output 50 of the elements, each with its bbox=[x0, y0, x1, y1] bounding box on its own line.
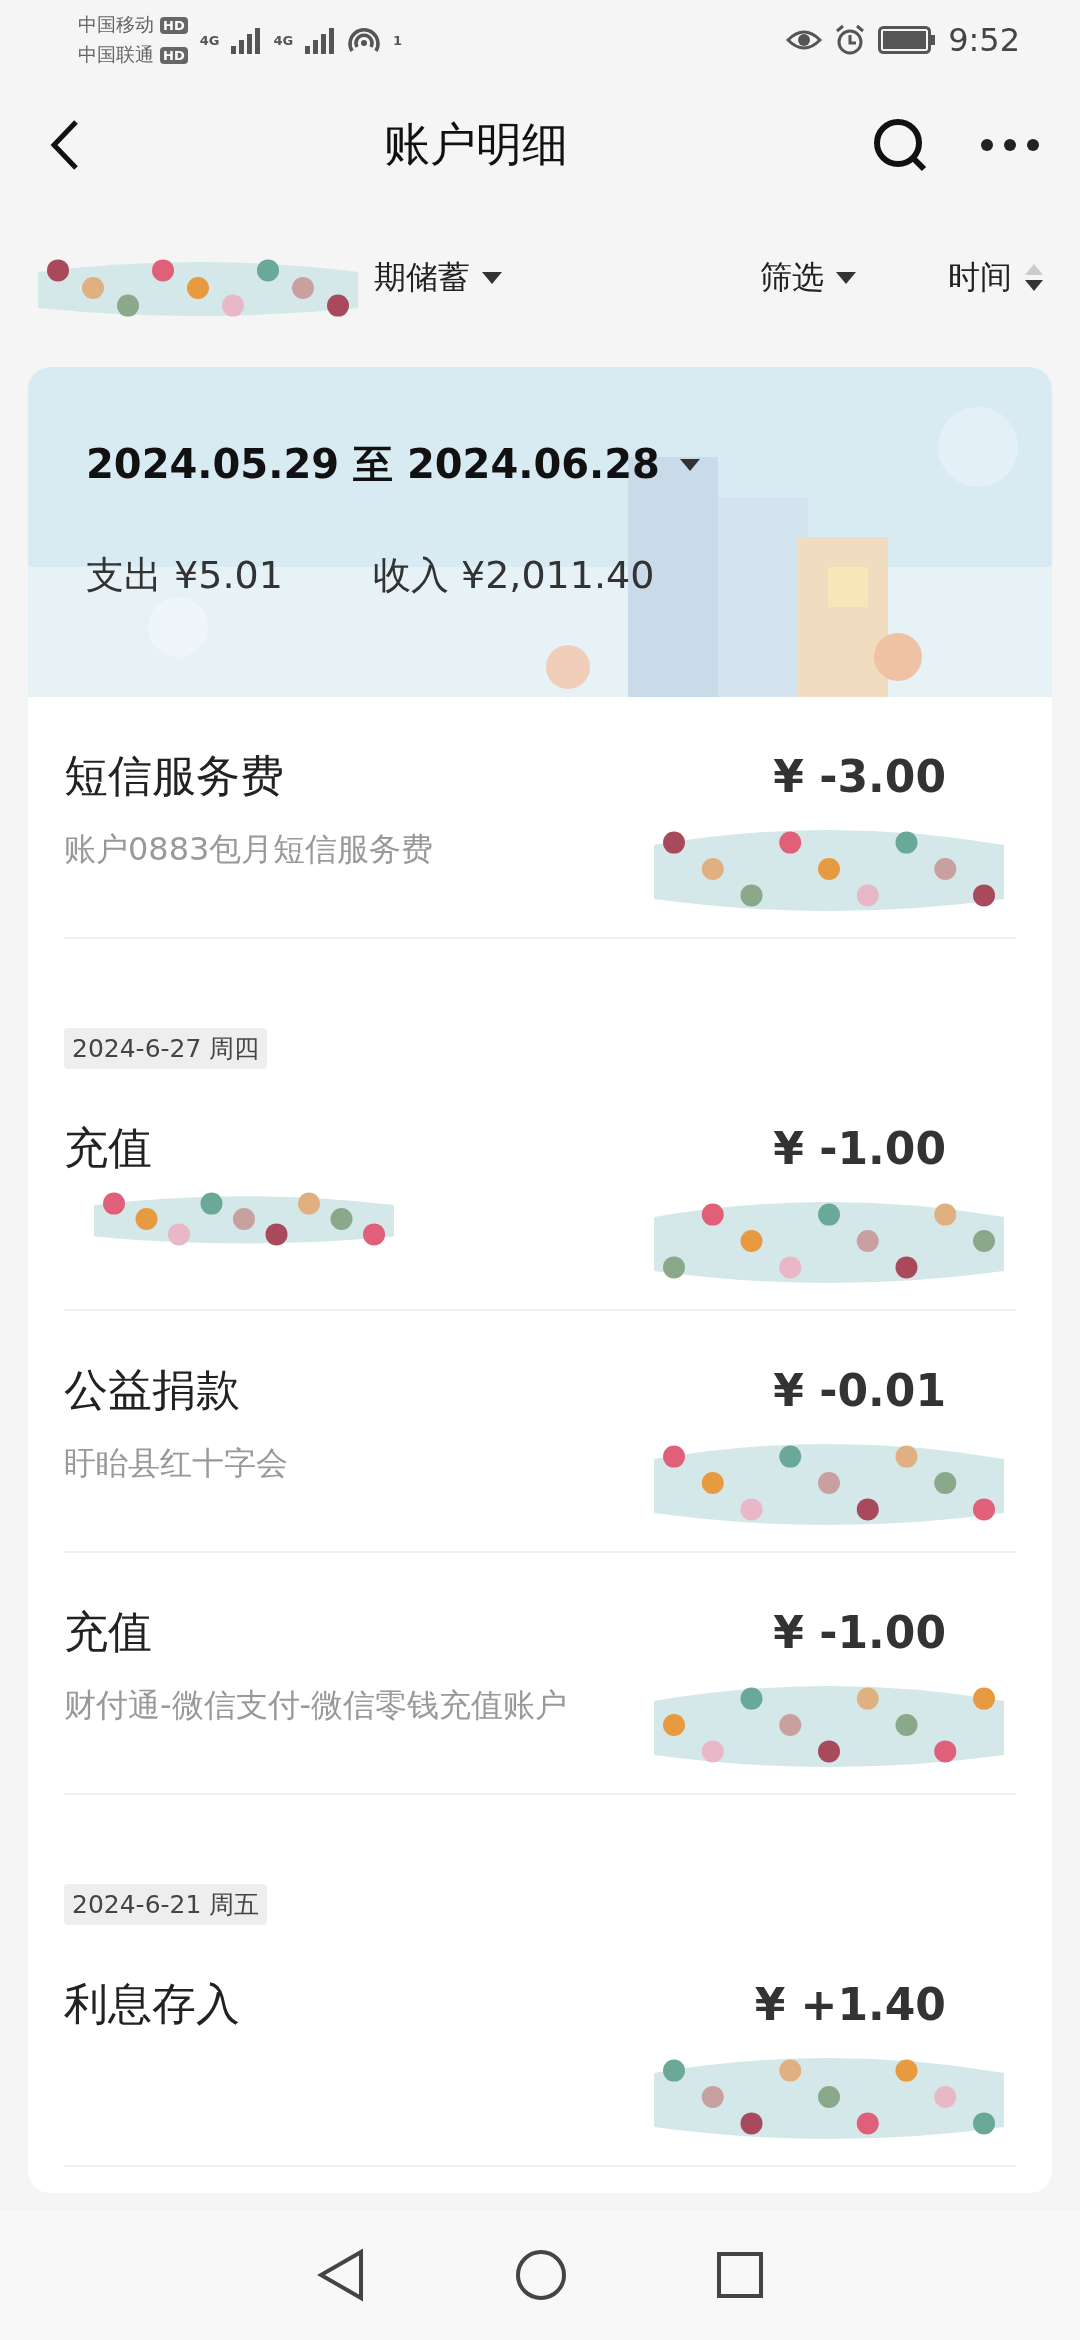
transaction-title: 公益捐款 bbox=[64, 1363, 240, 1417]
sort-icon bbox=[1024, 263, 1044, 292]
hotspot-count: 1 bbox=[393, 32, 403, 48]
transaction-title: 充值 bbox=[64, 1121, 152, 1175]
caret-icon bbox=[836, 271, 856, 284]
transaction-row[interactable]: 充值 ¥ -1.00 bbox=[64, 1069, 1016, 1311]
back-nav-icon[interactable] bbox=[317, 2248, 365, 2302]
sort-button[interactable]: 时间 bbox=[948, 255, 1044, 300]
hotspot-icon bbox=[347, 25, 382, 55]
home-nav-icon[interactable] bbox=[515, 2249, 567, 2301]
alarm-icon bbox=[834, 24, 867, 56]
transaction-description: 账户0883包月短信服务费 bbox=[64, 829, 435, 870]
transaction-amount: ¥ -1.00 bbox=[773, 1123, 946, 1174]
network-label: 4G bbox=[273, 32, 294, 48]
caret-icon bbox=[482, 271, 502, 284]
hd-badge: HD bbox=[160, 46, 188, 64]
date-tag: 2024-6-21 周五 bbox=[64, 1884, 268, 1925]
recents-nav-icon[interactable] bbox=[717, 2252, 763, 2298]
transaction-row[interactable]: 利息存入 ¥ +1.40 bbox=[64, 1925, 1016, 2167]
battery-icon bbox=[878, 26, 937, 54]
date-range-dropdown[interactable]: 2024.05.29 至 2024.06.28 bbox=[86, 437, 700, 492]
income-total: 收入 ¥2,011.40 bbox=[372, 552, 655, 599]
carrier-name: 中国移动 bbox=[78, 12, 154, 37]
transaction-row[interactable]: 公益捐款 ¥ -0.01 盱眙县红十字会 bbox=[64, 1311, 1016, 1553]
transaction-title: 利息存入 bbox=[64, 1977, 240, 2031]
expense-total: 支出 ¥5.01 bbox=[86, 552, 283, 599]
transaction-amount: ¥ +1.40 bbox=[754, 1979, 946, 2030]
transaction-title: 短信服务费 bbox=[64, 749, 284, 803]
back-icon[interactable] bbox=[50, 119, 80, 171]
date-tag: 2024-6-27 周四 bbox=[64, 1028, 268, 1069]
signal-icon bbox=[305, 26, 336, 54]
filter-dropdown[interactable]: 筛选 bbox=[760, 255, 856, 300]
transaction-row[interactable]: 短信服务费 ¥ -3.00 账户0883包月短信服务费 bbox=[64, 697, 1016, 939]
account-type-dropdown[interactable]: 期储蓄 bbox=[374, 255, 502, 300]
clock-time: 9:52 bbox=[948, 21, 1020, 59]
transaction-amount: ¥ -0.01 bbox=[773, 1365, 946, 1416]
page-title: 账户明细 bbox=[384, 116, 568, 173]
transaction-title: 充值 bbox=[64, 1605, 152, 1659]
network-label: 4G bbox=[199, 32, 220, 48]
search-icon[interactable] bbox=[872, 117, 928, 173]
transaction-description: 财付通-微信支付-微信零钱充值账户 bbox=[64, 1685, 569, 1726]
hd-badge: HD bbox=[160, 16, 188, 34]
transaction-amount: ¥ -1.00 bbox=[773, 1607, 946, 1658]
caret-icon bbox=[679, 458, 700, 471]
more-icon[interactable] bbox=[980, 138, 1040, 152]
transaction-description: 盱眙县红十字会 bbox=[64, 1443, 289, 1484]
signal-icon bbox=[231, 26, 262, 54]
transaction-row[interactable]: 充值 ¥ -1.00 财付通-微信支付-微信零钱充值账户 bbox=[64, 1553, 1016, 1795]
transaction-amount: ¥ -3.00 bbox=[773, 751, 946, 802]
carrier-name: 中国联通 bbox=[78, 42, 154, 67]
